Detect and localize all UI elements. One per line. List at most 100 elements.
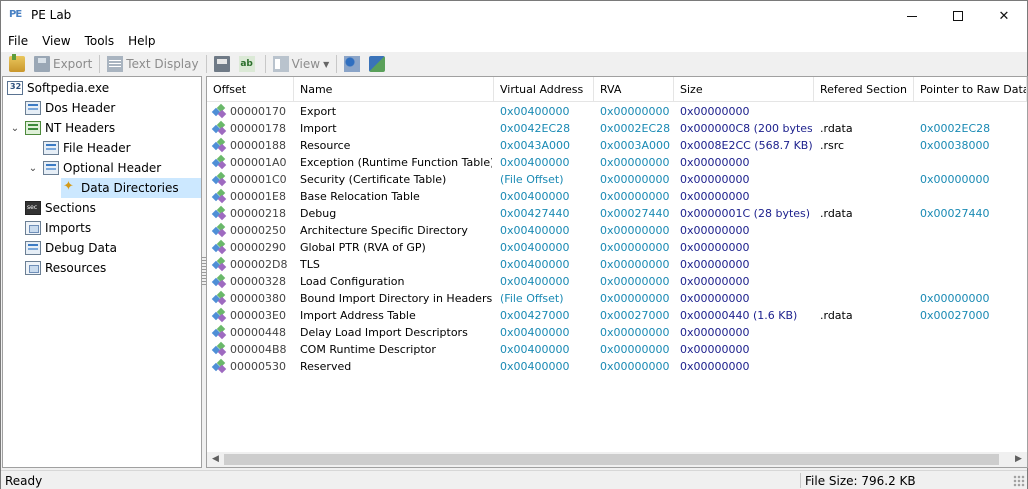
table-cell: 0x00400000	[500, 343, 570, 356]
minimize-button[interactable]	[889, 1, 935, 31]
table-cell: Security (Certificate Table)	[300, 173, 447, 186]
title-bar[interactable]: PE PE Lab ✕	[1, 1, 1027, 31]
tree-item[interactable]: Dos Header	[25, 98, 119, 118]
directory-entry-icon	[211, 137, 227, 153]
imports-icon	[25, 221, 41, 235]
export-button[interactable]: Export	[31, 54, 95, 74]
menu-help[interactable]: Help	[121, 31, 162, 52]
table-row[interactable]: 000002D8 TLS 0x00400000 0x00000000 0x0000000…	[207, 256, 1027, 273]
properties-button[interactable]	[341, 54, 366, 74]
table-row[interactable]: 000001E8 Base Relocation Table 0x00400000 0…	[207, 188, 1027, 205]
tree-item[interactable]: Imports	[25, 218, 95, 238]
table-row[interactable]: 00000188 Resource 0x0043A000 0x0003A000 0x00…	[207, 137, 1027, 154]
table-cell: 0x00000000	[600, 224, 670, 237]
table-row[interactable]: 00000290 Global PTR (RVA of GP) 0x00400000…	[207, 239, 1027, 256]
table-cell: 0x00400000	[500, 190, 570, 203]
table-row[interactable]: 00000448 Delay Load Import Descriptors 0x0…	[207, 324, 1027, 341]
app-window: PE PE Lab ✕ File View Tools Help Export …	[0, 0, 1028, 489]
column-header[interactable]: Size	[674, 77, 814, 102]
download-button[interactable]	[366, 54, 391, 74]
table-cell: 0x000000C8 (200 bytes)	[680, 122, 812, 135]
scroll-left-icon[interactable]: ◀	[207, 452, 224, 467]
status-text: Ready	[5, 474, 43, 488]
table-cell	[820, 154, 912, 171]
tree-item[interactable]: Sections	[25, 198, 100, 218]
table-row[interactable]: 000003E0 Import Address Table 0x00427000 0x…	[207, 307, 1027, 324]
close-button[interactable]: ✕	[981, 1, 1027, 31]
table-row[interactable]: 000001A0 Exception (Runtime Function Tabl…	[207, 154, 1027, 171]
resize-grip-icon[interactable]	[1013, 475, 1025, 487]
table-cell: 0x00400000	[500, 275, 570, 288]
tree-item[interactable]: File Header	[43, 138, 135, 158]
table-cell: 00000178	[230, 122, 286, 135]
column-header[interactable]: Refered Section	[814, 77, 914, 102]
horizontal-scrollbar[interactable]: ◀ ▶	[207, 452, 1027, 467]
table-cell: (File Offset)	[500, 292, 564, 305]
ab-text-icon: ab	[238, 56, 255, 72]
directory-entry-icon	[211, 273, 227, 289]
table-cell: 0x00027000	[920, 309, 990, 322]
chevron-down-icon[interactable]: ⌄	[27, 163, 39, 174]
maximize-button[interactable]	[935, 1, 981, 31]
header-icon	[25, 101, 41, 115]
window-title: PE Lab	[31, 8, 72, 22]
menu-view[interactable]: View	[35, 31, 77, 52]
print-button[interactable]	[211, 54, 236, 74]
column-header[interactable]: Pointer to Raw Data	[914, 77, 1027, 102]
menu-tools[interactable]: Tools	[78, 31, 122, 52]
hex-text-button[interactable]: ab	[236, 54, 261, 74]
table-cell: 000001A0	[230, 156, 287, 169]
menu-file[interactable]: File	[1, 31, 35, 52]
table-row[interactable]: 000001C0 Security (Certificate Table) (Fil…	[207, 171, 1027, 188]
table-cell: 000001C0	[230, 173, 287, 186]
tree-item[interactable]: Resources	[25, 258, 110, 278]
table-cell: 0x00000000	[600, 292, 670, 305]
table-row[interactable]: 000004B8 COM Runtime Descriptor 0x00400000…	[207, 341, 1027, 358]
table-row[interactable]: 00000250 Architecture Specific Directory 0…	[207, 222, 1027, 239]
table-cell: 0x00000000	[680, 275, 750, 288]
toolbar-separator	[264, 55, 266, 73]
toolbar: Export Text Display ab View ▼	[1, 53, 1027, 75]
tree-view[interactable]: Softpedia.exe Dos Header ⌄ NT Headers File H…	[2, 76, 202, 468]
table-cell: 000004B8	[230, 343, 287, 356]
table-cell: 0x00000000	[920, 173, 990, 186]
directory-entry-icon	[211, 205, 227, 221]
view-label: View	[291, 57, 321, 71]
tree-item[interactable]: Debug Data	[25, 238, 121, 258]
tree-item[interactable]: ⌄ Optional Header	[27, 158, 165, 178]
table-row[interactable]: 00000328 Load Configuration 0x00400000 0x00…	[207, 273, 1027, 290]
open-button[interactable]	[6, 54, 31, 74]
table-row[interactable]: 00000530 Reserved 0x00400000 0x00000000 0x00…	[207, 358, 1027, 375]
table-cell: 0x00000000	[600, 241, 670, 254]
text-display-button[interactable]: Text Display	[104, 54, 201, 74]
table-cell	[820, 103, 912, 120]
table-cell: 0x00000000	[680, 292, 750, 305]
column-header[interactable]: Offset	[207, 77, 294, 102]
scroll-right-icon[interactable]: ▶	[1010, 452, 1027, 467]
table-cell	[920, 358, 1025, 375]
tree-item-label: Debug Data	[45, 241, 117, 255]
table-row[interactable]: 00000380 Bound Import Directory in Header…	[207, 290, 1027, 307]
column-header[interactable]: RVA	[594, 77, 674, 102]
table-cell: 0x00400000	[500, 105, 570, 118]
column-header[interactable]: Virtual Address	[494, 77, 594, 102]
properties-icon	[344, 56, 361, 72]
table-cell: 0x00000000	[680, 156, 750, 169]
table-cell: Global PTR (RVA of GP)	[300, 241, 426, 254]
tree-item[interactable]: Softpedia.exe	[7, 78, 113, 98]
table-cell: 0x00400000	[500, 326, 570, 339]
tree-item[interactable]: ⌄ NT Headers	[9, 118, 119, 138]
directory-entry-icon	[211, 256, 227, 272]
view-dropdown[interactable]: View ▼	[270, 54, 333, 74]
column-header[interactable]: Name	[294, 77, 494, 102]
table-row[interactable]: 00000178 Import 0x0042EC28 0x0002EC28 0x0000…	[207, 120, 1027, 137]
table-row[interactable]: 00000218 Debug 0x00427440 0x00027440 0x00000…	[207, 205, 1027, 222]
table-row[interactable]: 00000170 Export 0x00400000 0x00000000 0x0000…	[207, 103, 1027, 120]
minimize-icon	[907, 15, 917, 17]
table-cell: 00000290	[230, 241, 286, 254]
table-cell: 0x00000000	[680, 190, 750, 203]
pe-lab-logo-icon: PE	[9, 9, 22, 20]
tree-item[interactable]: Data Directories	[61, 178, 201, 198]
scrollbar-thumb[interactable]	[224, 454, 999, 465]
chevron-down-icon[interactable]: ⌄	[9, 123, 21, 134]
